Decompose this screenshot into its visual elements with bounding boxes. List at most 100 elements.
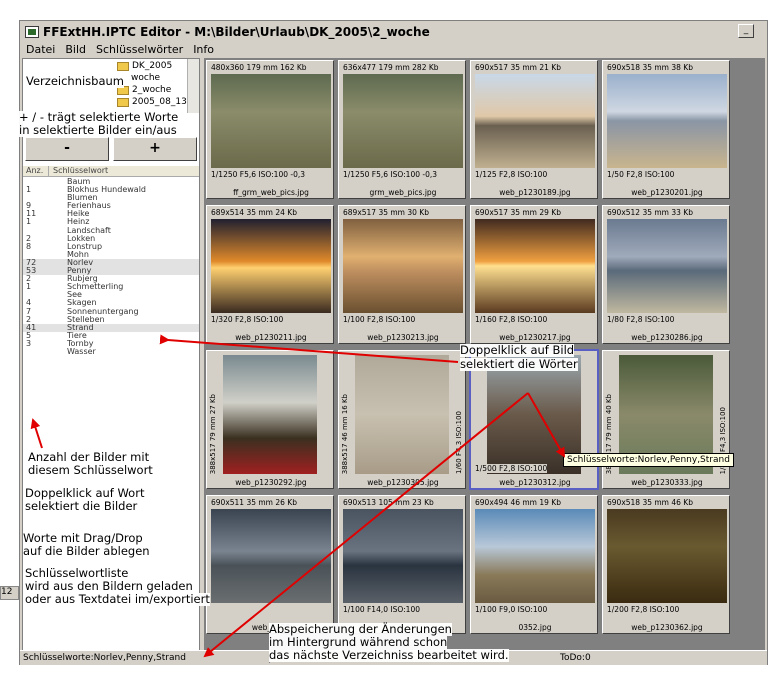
thumbnail-image	[607, 509, 727, 603]
thumbnail-exif: 1/100 F14,0 ISO:100	[343, 605, 420, 614]
keyword-row[interactable]: 7 Sonnenuntergang	[23, 307, 199, 316]
thumbnail-filename: ff_grm_web_pics.jpg	[233, 188, 309, 197]
keyword-list: Baum 1 Blokhus Hundewald Blumen 9 Ferienhaus 1…	[23, 177, 199, 356]
menu-schluesselwoerter[interactable]: Schlüsselwörter	[96, 43, 183, 58]
thumbnail[interactable]: 388x517 79 mm 40 Kb 1/800 F4,3 ISO:100 web…	[602, 350, 730, 489]
thumbnail[interactable]: 690x518 35 mm 46 Kb 1/200 F2,8 ISO:100 web…	[602, 495, 730, 634]
tree-node[interactable]: 2005_08_13	[117, 97, 187, 107]
keyword-word: Schmetterling	[67, 282, 124, 292]
thumbnail-image	[355, 355, 449, 474]
keyword-row[interactable]: 1 Schmetterling	[23, 283, 199, 291]
thumbnail-image	[211, 219, 331, 313]
keyword-row[interactable]: 2 Stelleben	[23, 315, 199, 324]
keyword-count: 3	[26, 338, 32, 348]
remove-keyword-button[interactable]: -	[25, 137, 109, 161]
keyword-row[interactable]: 41 Strand	[23, 323, 199, 332]
tree-node[interactable]: DK_2005	[117, 61, 172, 71]
keyword-row[interactable]: 53 Penny	[23, 266, 199, 276]
thumbnail-exif: 1/200 F2,8 ISO:100	[607, 605, 680, 614]
keyword-row[interactable]: Blumen	[23, 194, 199, 202]
column-keyword[interactable]: Schlüsselwort	[49, 166, 108, 176]
thumbnail[interactable]: 690x518 35 mm 38 Kb 1/50 F2,8 ISO:100 web_…	[602, 60, 730, 199]
thumbnail-filename: web_p1230362.jpg	[631, 623, 703, 632]
keyword-row[interactable]: See	[23, 291, 199, 299]
thumbnail[interactable]: 690x494 46 mm 19 Kb 1/100 F9,0 ISO:100 035…	[470, 495, 598, 634]
thumbnail-filename: web_p1230333.jpg	[631, 478, 703, 487]
thumbnail-info: 690x518 35 mm 38 Kb	[607, 63, 693, 72]
thumbnail-image	[223, 355, 317, 474]
keyword-row[interactable]: 1 Heinz	[23, 218, 199, 226]
thumbnail[interactable]: 690x517 35 mm 21 Kb 1/125 F2,8 ISO:100 web…	[470, 60, 598, 199]
thumbnail-exif: 1/100 F2,8 ISO:100	[343, 315, 416, 324]
menu-datei[interactable]: Datei	[26, 43, 55, 58]
annotation-dblword-2: selektiert die Bilder	[25, 499, 138, 513]
title-bar: FFExtHH.IPTC Editor - M:\Bilder\Urlaub\D…	[20, 21, 767, 43]
keyword-buttons: - +	[23, 137, 199, 161]
keyword-row[interactable]: 9 Ferienhaus	[23, 202, 199, 210]
thumbnail[interactable]: 636x477 179 mm 282 Kb 1/1250 F5,6 ISO:100…	[338, 60, 466, 199]
left-panel: DK_2005 woche 2_woche 2005_08_13 - + Anz…	[22, 58, 200, 652]
keyword-row[interactable]: 8 Lonstrup	[23, 241, 199, 251]
thumbnail-filename: web_p1230217.jpg	[499, 333, 571, 342]
thumbnail-filename: web_p1230292.jpg	[235, 478, 307, 487]
window-title: FFExtHH.IPTC Editor - M:\Bilder\Urlaub\D…	[43, 25, 430, 39]
keyword-row[interactable]: 3 Tornby	[23, 338, 199, 348]
tree-scrollbar[interactable]	[187, 59, 199, 113]
menu-bar: Datei Bild Schlüsselwörter Info	[20, 43, 767, 58]
thumbnail[interactable]: 690x517 35 mm 29 Kb 1/160 F2,8 ISO:100 web…	[470, 205, 598, 344]
keyword-row[interactable]: 5 Tiere	[23, 331, 199, 340]
thumbnail-exif: 1/125 F2,8 ISO:100	[475, 170, 548, 179]
tree-node-selected[interactable]: 2_woche	[117, 85, 171, 95]
keyword-row[interactable]: 1 Blokhus Hundewald	[23, 186, 199, 194]
thumbnail-exif: 1/1250 F5,6 ISO:100 -0,3	[211, 170, 305, 179]
thumbnail-image	[475, 74, 595, 168]
thumbnail-exif: 1/1250 F5,6 ISO:100 -0,3	[343, 170, 437, 179]
thumbnail-info: 690x517 35 mm 21 Kb	[475, 63, 561, 72]
thumbnail-info: 690x513 105 mm 23 Kb	[343, 498, 434, 507]
keyword-row[interactable]: 11 Heike	[23, 210, 199, 218]
annotation-count-2: diesem Schlüsselwort	[28, 463, 153, 477]
thumbnail-filename: grm_web_pics.jpg	[369, 188, 437, 197]
minimize-button[interactable]: _	[738, 24, 754, 38]
annotation-dblimg-2: selektiert die Wörter	[460, 357, 578, 371]
thumbnail-info: 690x518 35 mm 46 Kb	[607, 498, 693, 507]
thumbnail-image	[343, 219, 463, 313]
thumbnail[interactable]: 388x517 79 mm 27 Kb web_p1230292.jpg	[206, 350, 334, 489]
thumbnail[interactable]: 480x360 179 mm 162 Kb 1/1250 F5,6 ISO:100…	[206, 60, 334, 199]
thumbnail-image	[343, 74, 463, 168]
background-window-edge: 12	[0, 586, 19, 600]
thumbnail[interactable]: 689x517 35 mm 30 Kb 1/100 F2,8 ISO:100 web…	[338, 205, 466, 344]
thumbnail-exif: 1/500 F2,8 ISO:100	[475, 464, 548, 473]
menu-bild[interactable]: Bild	[65, 43, 86, 58]
thumbnail[interactable]: 690x513 105 mm 23 Kb 1/100 F14,0 ISO:100	[338, 495, 466, 634]
folder-icon	[117, 97, 129, 107]
thumbnail[interactable]: 690x512 35 mm 33 Kb 1/80 F2,8 ISO:100 web_…	[602, 205, 730, 344]
column-count[interactable]: Anz.	[23, 166, 49, 176]
menu-info[interactable]: Info	[193, 43, 214, 58]
thumbnail-info: 690x494 46 mm 19 Kb	[475, 498, 561, 507]
thumbnail-info: 689x514 35 mm 24 Kb	[211, 208, 297, 217]
keyword-row[interactable]: 72 Norlev	[23, 258, 199, 268]
thumbnail-exif: 1/100 F9,0 ISO:100	[475, 605, 548, 614]
keyword-row[interactable]: 2 Lokken	[23, 234, 199, 243]
status-todo: ToDo:0	[560, 653, 591, 663]
keyword-word: Wasser	[67, 346, 96, 356]
thumbnail-info: 388x517 79 mm 27 Kb	[209, 393, 217, 474]
status-keywords: Schlüsselworte:Norlev,Penny,Strand	[20, 653, 270, 663]
keyword-row[interactable]: Wasser	[23, 346, 199, 356]
thumbnail-filename: web_p1230211.jpg	[235, 333, 307, 342]
folder-icon	[117, 61, 129, 71]
thumbnail[interactable]: 690x511 35 mm 26 Kbweb_p123	[206, 495, 334, 634]
add-keyword-button[interactable]: +	[113, 137, 197, 161]
keyword-row[interactable]: Landschaft	[23, 226, 199, 235]
tree-node[interactable]: woche	[131, 73, 160, 83]
thumbnail-exif: 1/50 F2,8 ISO:100	[607, 170, 675, 179]
thumbnail-info: 690x517 35 mm 29 Kb	[475, 208, 561, 217]
keyword-tooltip: Schlüsselworte:Norlev,Penny,Strand	[563, 453, 734, 467]
thumbnail-image	[475, 509, 595, 603]
thumbnail[interactable]: 689x514 35 mm 24 Kb 1/320 F2,8 ISO:100 web…	[206, 205, 334, 344]
keyword-count: 8	[26, 241, 32, 251]
thumbnail[interactable]: 388x517 46 mm 16 Kb 1/60 F4,3 ISO:100 web_…	[338, 350, 466, 489]
keyword-row[interactable]: Mohn	[23, 250, 199, 259]
keyword-count: 1	[26, 282, 32, 292]
